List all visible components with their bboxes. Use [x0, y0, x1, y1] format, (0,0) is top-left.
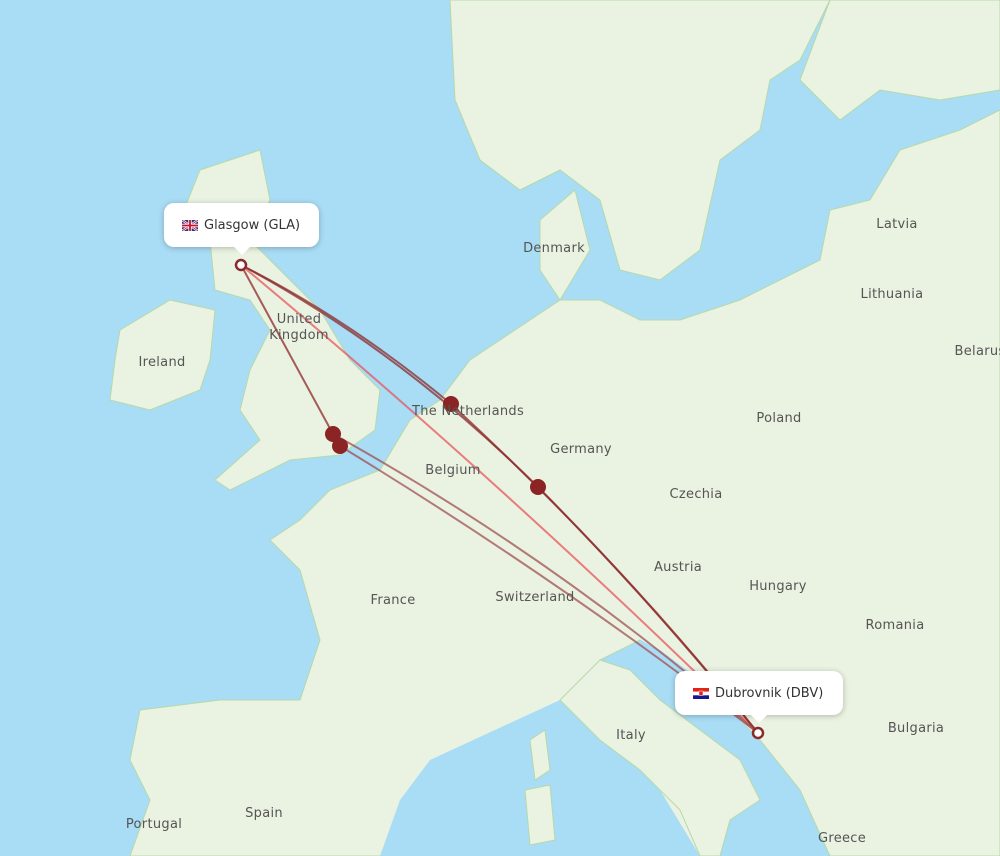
country-label: Germany [550, 442, 612, 457]
country-label: Denmark [523, 241, 585, 256]
country-label: Latvia [876, 217, 918, 232]
land-scandinavia [449, 0, 831, 281]
country-label: Czechia [669, 487, 723, 502]
origin-label: Glasgow (GLA) [204, 217, 301, 233]
country-label: Belarus [954, 344, 1000, 359]
country-label: Austria [653, 560, 703, 575]
land-finland [799, 0, 1000, 121]
country-label: Bulgaria [887, 721, 945, 736]
country-label: Ireland [138, 355, 186, 370]
map-canvas[interactable] [0, 0, 1000, 856]
land-sardinia [524, 784, 556, 846]
destination-marker[interactable] [751, 726, 765, 740]
country-label: Hungary [749, 579, 807, 594]
destination-callout[interactable]: Dubrovnik (DBV) [675, 671, 843, 723]
country-label: Romania [865, 618, 925, 633]
destination-label: Dubrovnik (DBV) [715, 685, 824, 701]
uk-flag-icon [182, 219, 198, 231]
country-label: Lithuania [860, 287, 924, 302]
country-label: France [370, 593, 416, 608]
origin-marker[interactable] [234, 258, 248, 272]
country-label: Greece [817, 831, 867, 846]
country-label: Poland [756, 411, 802, 426]
country-label: Portugal [125, 817, 183, 832]
country-label: The Netherlands [411, 404, 525, 419]
croatia-flag-icon [693, 687, 709, 699]
origin-callout[interactable]: Glasgow (GLA) [164, 203, 319, 255]
country-label: Italy [616, 728, 646, 743]
stop-frankfurt[interactable] [530, 479, 546, 495]
country-label: Belgium [425, 463, 481, 478]
country-label: Switzerland [495, 590, 575, 605]
stop-london-2[interactable] [332, 438, 348, 454]
country-label: United Kingdom [269, 312, 329, 343]
country-label: Spain [245, 806, 283, 821]
